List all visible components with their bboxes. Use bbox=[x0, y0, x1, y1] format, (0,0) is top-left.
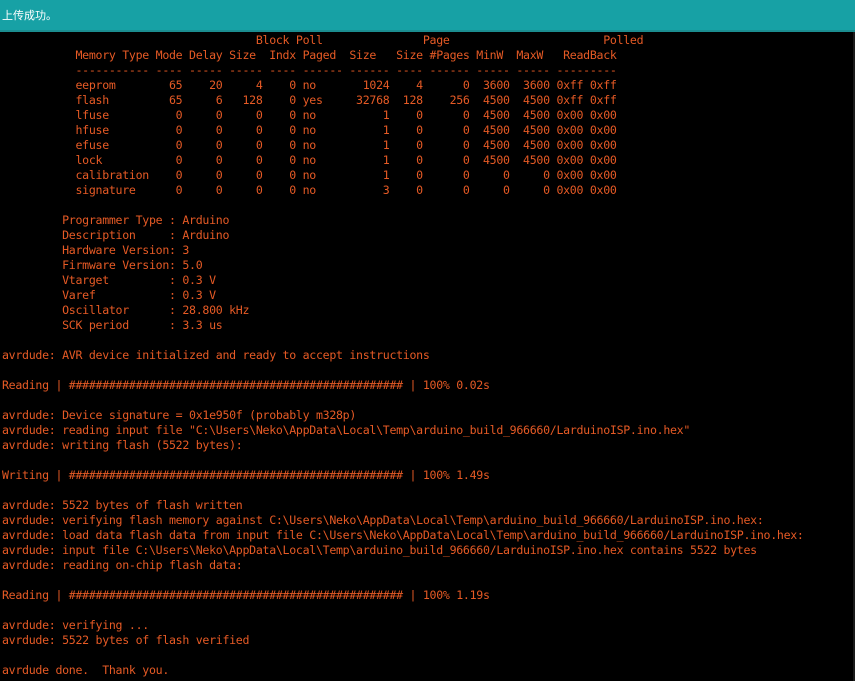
console-line: avrdude: verifying flash memory against … bbox=[2, 513, 764, 527]
console-line: Varef : 0.3 V bbox=[2, 288, 216, 302]
console-line: Hardware Version: 3 bbox=[2, 243, 190, 257]
console-output-area[interactable]: Block Poll Page Polled Memory Type Mode … bbox=[0, 32, 855, 681]
console-line: avrdude: writing flash (5522 bytes): bbox=[2, 438, 243, 452]
console-line: avrdude: reading input file "C:\Users\Ne… bbox=[2, 423, 691, 437]
console-line: signature 0 0 0 0 no 3 0 0 0 0 0x00 0x00 bbox=[2, 183, 617, 197]
console-line: avrdude done. Thank you. bbox=[2, 663, 170, 677]
console-line: avrdude: AVR device initialized and read… bbox=[2, 348, 430, 362]
console-line: Writing | ##############################… bbox=[2, 468, 490, 482]
console-line: Vtarget : 0.3 V bbox=[2, 273, 216, 287]
console-line: avrdude: 5522 bytes of flash written bbox=[2, 498, 243, 512]
console-line: SCK period : 3.3 us bbox=[2, 318, 223, 332]
console-line: efuse 0 0 0 0 no 1 0 0 4500 4500 0x00 0x… bbox=[2, 138, 617, 152]
console-line: avrdude: Device signature = 0x1e950f (pr… bbox=[2, 408, 357, 422]
console-line: lfuse 0 0 0 0 no 1 0 0 4500 4500 0x00 0x… bbox=[2, 108, 617, 122]
console-line: avrdude: reading on-chip flash data: bbox=[2, 558, 243, 572]
console-line: Memory Type Mode Delay Size Indx Paged S… bbox=[2, 48, 617, 62]
console-line: Block Poll Page Polled bbox=[2, 33, 644, 47]
console-line: calibration 0 0 0 0 no 1 0 0 0 0 0x00 0x… bbox=[2, 168, 617, 182]
console-line: hfuse 0 0 0 0 no 1 0 0 4500 4500 0x00 0x… bbox=[2, 123, 617, 137]
console-line: Firmware Version: 5.0 bbox=[2, 258, 203, 272]
upload-status-bar: 上传成功。 bbox=[0, 0, 855, 32]
console-line: lock 0 0 0 0 no 1 0 0 4500 4500 0x00 0x0… bbox=[2, 153, 617, 167]
console-line: avrdude: 5522 bytes of flash verified bbox=[2, 633, 250, 647]
status-message: 上传成功。 bbox=[2, 9, 57, 22]
console-line: avrdude: input file C:\Users\Neko\AppDat… bbox=[2, 543, 757, 557]
console-line: Programmer Type : Arduino bbox=[2, 213, 230, 227]
console-line: Description : Arduino bbox=[2, 228, 230, 242]
console-line: eeprom 65 20 4 0 no 1024 4 0 3600 3600 0… bbox=[2, 78, 617, 92]
console-line: Reading | ##############################… bbox=[2, 588, 490, 602]
console-line: avrdude: load data flash data from input… bbox=[2, 528, 804, 542]
console-line: flash 65 6 128 0 yes 32768 128 256 4500 … bbox=[2, 93, 617, 107]
console-line: ----------- ---- ----- ----- ---- ------… bbox=[2, 63, 617, 77]
console-line: Reading | ##############################… bbox=[2, 378, 490, 392]
console-line: avrdude: verifying ... bbox=[2, 618, 149, 632]
console-log: Block Poll Page Polled Memory Type Mode … bbox=[2, 33, 804, 678]
console-line: Oscillator : 28.800 kHz bbox=[2, 303, 250, 317]
